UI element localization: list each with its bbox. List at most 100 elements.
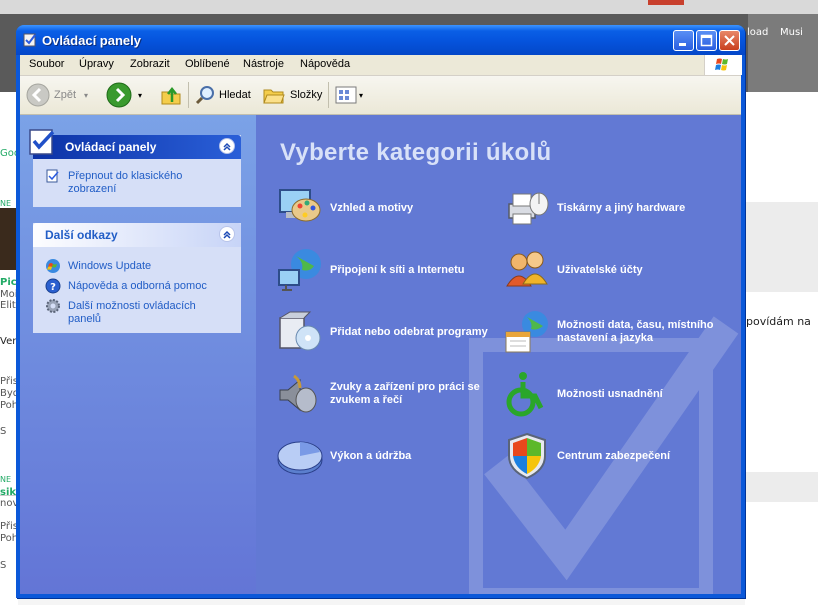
control-panel-box: Ovládací panely Přepnout do klasického z… xyxy=(29,129,241,207)
date-time-icon xyxy=(505,311,548,353)
search-button[interactable]: Hledat xyxy=(194,81,251,109)
gear-icon xyxy=(46,299,60,313)
security-shield-icon xyxy=(508,432,546,480)
category-security-center[interactable]: Centrum zabezpečení xyxy=(503,432,723,480)
background-browser-bar xyxy=(0,0,818,15)
category-network[interactable]: Připojení k síti a Internetu xyxy=(276,246,496,294)
content-area: Ovládací panely Přepnout do klasického z… xyxy=(20,115,741,594)
folders-label: Složky xyxy=(290,89,323,101)
folders-icon xyxy=(263,89,285,104)
bg-text: Pic xyxy=(0,277,17,288)
accessibility-icon xyxy=(506,372,544,417)
toolbar: Zpět ▾ ▾ Hledat Složky ▾ xyxy=(20,76,741,115)
category-sound-speech[interactable]: Zvuky a zařízení pro práci se zvukem a ř… xyxy=(276,370,496,418)
bg-text: S xyxy=(0,560,7,571)
category-printers-hardware[interactable]: Tiskárny a jiný hardware xyxy=(503,184,723,232)
category-appearance[interactable]: Vzhled a motivy xyxy=(276,184,496,232)
menu-bar: Soubor Úpravy Zobrazit Oblíbené Nástroje… xyxy=(20,55,742,76)
category-label: Zvuky a zařízení pro práci se zvukem a ř… xyxy=(330,381,480,406)
bg-text-load: load xyxy=(747,27,769,38)
category-label: Možnosti usnadnění xyxy=(557,387,663,400)
close-button[interactable] xyxy=(719,30,740,51)
bg-text: Elit xyxy=(0,300,16,311)
bg-text: NE xyxy=(0,475,12,484)
views-icon xyxy=(335,86,357,104)
windows-logo-icon xyxy=(704,55,742,75)
menu-edit[interactable]: Úpravy xyxy=(79,58,114,70)
back-button[interactable]: Zpět ▾ xyxy=(26,81,88,109)
control-panel-box-title: Ovládací panely xyxy=(65,140,157,154)
category-user-accounts[interactable]: Uživatelské účty xyxy=(503,246,723,294)
back-arrow-icon xyxy=(26,83,50,107)
maximize-icon xyxy=(700,34,713,47)
control-panel-box-header[interactable]: Ovládací panely xyxy=(29,129,241,159)
category-label: Výkon a údržba xyxy=(330,449,412,462)
close-icon xyxy=(724,35,735,46)
views-button[interactable]: ▾ xyxy=(335,81,363,109)
more-options-link[interactable]: Další možnosti ovládacích panelů xyxy=(68,300,218,326)
help-support-link[interactable]: Nápověda a odborná pomoc xyxy=(68,280,207,293)
category-label: Uživatelské účty xyxy=(557,263,643,276)
windows-update-link[interactable]: Windows Update xyxy=(68,260,151,273)
up-folder-icon xyxy=(161,86,181,105)
category-label: Vzhled a motivy xyxy=(330,201,414,214)
add-remove-icon xyxy=(279,311,321,351)
help-icon: ? xyxy=(45,278,61,294)
background-right-page xyxy=(745,92,818,605)
category-label: Přidat nebo odebrat programy xyxy=(330,325,488,338)
network-icon xyxy=(278,249,321,291)
menu-help[interactable]: Nápověda xyxy=(300,58,350,70)
control-panel-large-icon xyxy=(29,129,55,155)
printer-icon xyxy=(508,192,549,225)
category-add-remove-programs[interactable]: Přidat nebo odebrat programy xyxy=(276,308,496,356)
category-accessibility[interactable]: Možnosti usnadnění xyxy=(503,370,723,418)
menu-favorites[interactable]: Oblíbené xyxy=(185,58,230,70)
svg-text:?: ? xyxy=(50,282,56,293)
other-links-box-header[interactable]: Další odkazy xyxy=(33,223,241,247)
bg-text: Moi xyxy=(0,289,18,300)
category-label: Centrum zabezpečení xyxy=(557,449,671,462)
window-body: Soubor Úpravy Zobrazit Oblíbené Nástroje… xyxy=(20,55,742,594)
category-view: Vyberte kategorii úkolů Vzhled a motivy xyxy=(256,115,741,594)
window-title: Ovládací panely xyxy=(42,33,141,48)
windows-update-icon xyxy=(46,259,60,273)
users-icon xyxy=(506,251,548,287)
category-date-time-language[interactable]: Možnosti data, času, místního nastavení … xyxy=(503,308,723,356)
classic-view-icon xyxy=(46,169,59,183)
page-heading: Vyberte kategorii úkolů xyxy=(280,139,552,166)
menu-tools[interactable]: Nástroje xyxy=(243,58,284,70)
background-close-strip xyxy=(648,0,684,5)
back-dropdown-icon[interactable]: ▾ xyxy=(84,91,88,100)
forward-button[interactable]: ▾ xyxy=(106,81,142,109)
forward-dropdown-icon[interactable]: ▾ xyxy=(138,91,142,100)
collapse-chevron-icon[interactable] xyxy=(219,138,235,154)
bg-text: Ver xyxy=(0,336,17,347)
forward-arrow-icon xyxy=(106,82,132,108)
switch-classic-view-link[interactable]: Přepnout do klasického zobrazení xyxy=(68,170,228,196)
menu-file[interactable]: Soubor xyxy=(29,58,64,70)
category-label: Možnosti data, času, místního nastavení … xyxy=(557,319,714,344)
other-links-box: Další odkazy Windows Update ? Nápověda a… xyxy=(33,223,241,333)
search-label: Hledat xyxy=(219,89,251,101)
folders-button[interactable]: Složky xyxy=(262,81,322,109)
views-dropdown-icon[interactable]: ▾ xyxy=(359,91,363,100)
maximize-button[interactable] xyxy=(696,30,717,51)
bg-text-povidam: povídám na xyxy=(746,315,811,328)
category-performance-maintenance[interactable]: Výkon a údržba xyxy=(276,432,496,480)
bg-text: NE xyxy=(0,199,12,208)
sound-icon xyxy=(279,374,317,413)
title-bar[interactable]: Ovládací panely xyxy=(16,25,745,55)
minimize-button[interactable] xyxy=(673,30,694,51)
back-label: Zpět xyxy=(54,89,77,101)
menu-view[interactable]: Zobrazit xyxy=(130,58,170,70)
appearance-icon xyxy=(279,189,321,222)
collapse-chevron-icon[interactable] xyxy=(219,226,235,242)
up-folder-button[interactable] xyxy=(160,81,182,109)
category-label: Tiskárny a jiný hardware xyxy=(557,201,686,214)
minimize-icon xyxy=(679,43,686,46)
control-panel-icon xyxy=(23,33,36,47)
task-pane: Ovládací panely Přepnout do klasického z… xyxy=(20,115,256,594)
bg-text: S xyxy=(0,426,7,437)
category-label: Připojení k síti a Internetu xyxy=(330,263,465,276)
other-links-title: Další odkazy xyxy=(45,228,118,242)
